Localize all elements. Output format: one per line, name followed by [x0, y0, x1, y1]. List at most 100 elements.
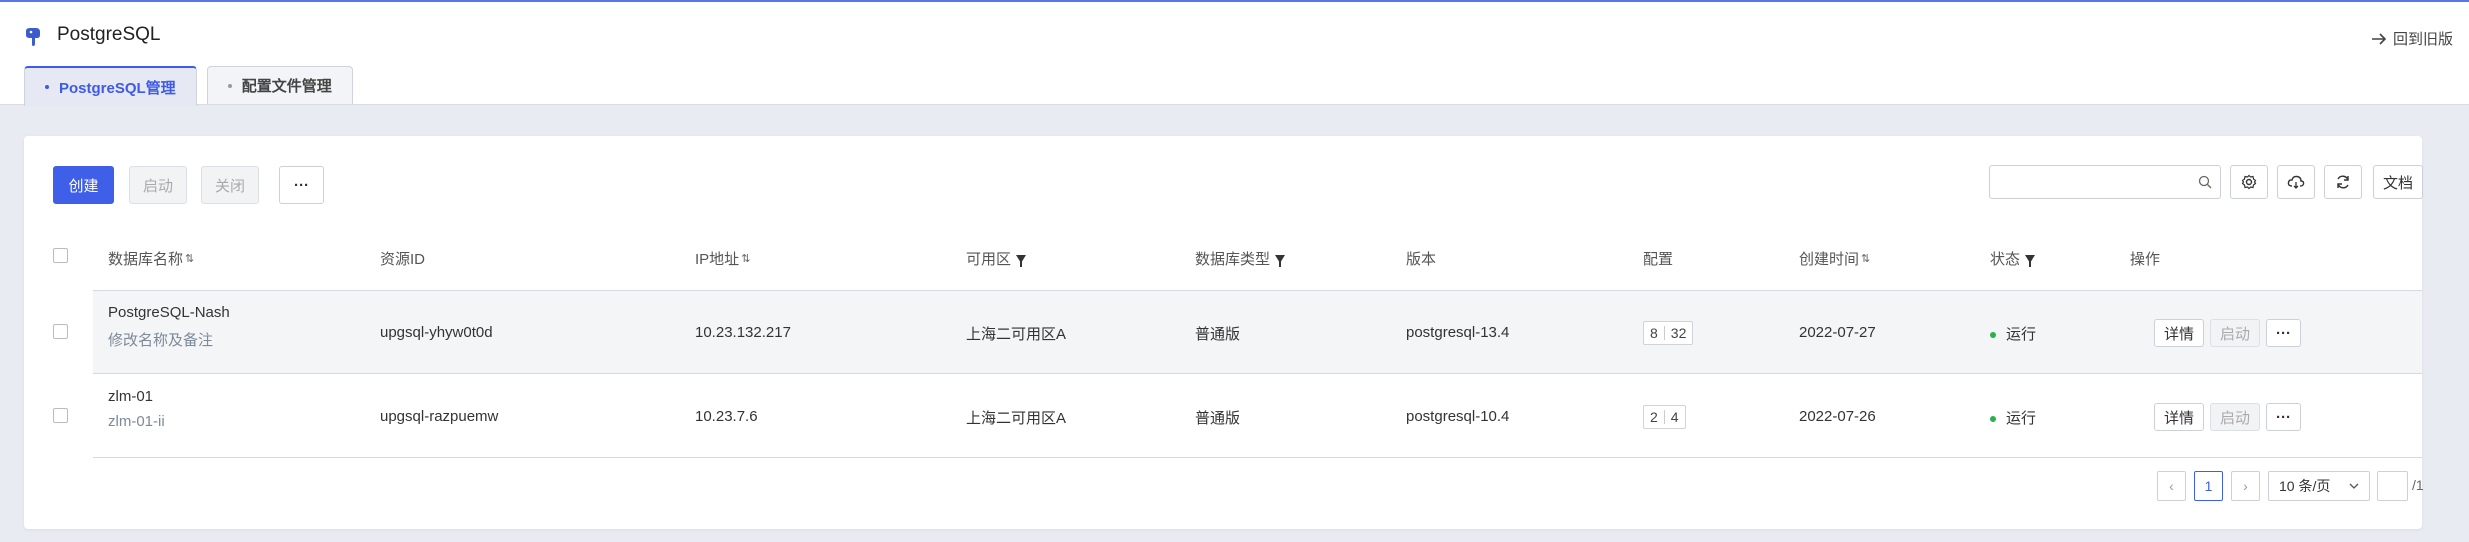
settings-button[interactable] — [2230, 165, 2268, 199]
page-jump-input[interactable] — [2377, 471, 2408, 501]
instance-name[interactable]: PostgreSQL-Nash — [108, 304, 230, 321]
config-mem: 32 — [1670, 325, 1687, 341]
more-actions-button[interactable]: ··· — [279, 166, 324, 204]
search-box[interactable] — [1989, 165, 2221, 199]
config-badge: 8 32 — [1643, 321, 1694, 345]
status-running-dot-icon — [1990, 332, 1996, 339]
db-type: 普通版 — [1195, 326, 1241, 343]
column-header-created[interactable]: 创建时间 ⇅ — [1799, 248, 1870, 269]
instance-list-card: 创建 启动 关闭 ··· 文档 数据库名称 ⇅ 资源ID IP地址 ⇅ 可用区 数据… — [24, 136, 2424, 529]
sort-icon[interactable]: ⇅ — [185, 252, 194, 265]
status: 运行 — [1990, 323, 2036, 344]
tab-postgresql-management[interactable]: PostgreSQL管理 — [24, 66, 197, 106]
column-header-label: 操作 — [2130, 251, 2161, 268]
version: postgresql-10.4 — [1406, 408, 1510, 425]
row-checkbox[interactable] — [53, 408, 68, 423]
column-header-actions: 操作 — [2130, 248, 2160, 269]
row-start-button[interactable]: 启动 — [2210, 403, 2260, 431]
tab-label: 配置文件管理 — [241, 78, 332, 95]
column-header-label: 配置 — [1643, 251, 1674, 268]
column-header-ip[interactable]: IP地址 ⇅ — [695, 248, 750, 269]
stop-button[interactable]: 关闭 — [201, 166, 259, 204]
sort-icon[interactable]: ⇅ — [741, 252, 750, 265]
version: postgresql-13.4 — [1406, 324, 1510, 341]
cloud-icon — [2287, 175, 2305, 189]
row-start-button[interactable]: 启动 — [2210, 319, 2260, 347]
db-type: 普通版 — [1195, 410, 1241, 427]
column-header-label: 资源ID — [380, 251, 426, 268]
refresh-icon — [2337, 175, 2349, 189]
detail-button[interactable]: 详情 — [2154, 403, 2204, 431]
back-link-label: 回到旧版 — [2392, 31, 2453, 48]
create-button[interactable]: 创建 — [53, 166, 114, 204]
next-page-button[interactable]: › — [2231, 471, 2260, 501]
chevron-down-icon — [2349, 483, 2359, 489]
table-row[interactable]: zlm-01 zlm-01-ii upgsql-razpuemw 10.23.7… — [93, 375, 2422, 458]
docs-button[interactable]: 文档 — [2373, 165, 2423, 199]
column-header-db-type[interactable]: 数据库类型 — [1195, 248, 1286, 269]
column-header-zone[interactable]: 可用区 — [966, 248, 1027, 269]
tab-dot-icon — [45, 85, 49, 89]
filter-icon[interactable] — [2025, 254, 2036, 267]
row-more-button[interactable]: ··· — [2266, 403, 2301, 431]
status-label: 运行 — [2006, 326, 2037, 343]
table-row[interactable]: PostgreSQL-Nash 修改名称及备注 upgsql-yhyw0t0d … — [93, 291, 2422, 374]
status: 运行 — [1990, 407, 2036, 428]
page-number-button[interactable]: 1 — [2194, 471, 2223, 501]
total-pages: /1 — [2412, 477, 2424, 493]
cloud-download-button[interactable] — [2277, 165, 2315, 199]
page-header: PostgreSQL 回到旧版 PostgreSQL管理 配置文件管理 — [0, 2, 2469, 106]
column-header-label: 创建时间 — [1799, 251, 1860, 268]
column-header-version: 版本 — [1406, 248, 1436, 269]
column-header-status[interactable]: 状态 — [1990, 248, 2036, 269]
config-badge: 24 — [1643, 405, 1686, 429]
detail-button[interactable]: 详情 — [2154, 319, 2204, 347]
instance-remark[interactable]: 修改名称及备注 — [108, 329, 213, 350]
column-header-config: 配置 — [1643, 248, 1673, 269]
column-header-label: 可用区 — [966, 251, 1012, 268]
resource-id: upgsql-razpuemw — [380, 408, 499, 425]
instance-name[interactable]: zlm-01 — [108, 388, 153, 405]
column-header-label: 版本 — [1406, 251, 1437, 268]
status-running-dot-icon — [1990, 416, 1996, 423]
search-icon — [2198, 175, 2212, 189]
column-header-name[interactable]: 数据库名称 ⇅ — [108, 248, 194, 269]
prev-page-button[interactable]: ‹ — [2157, 471, 2186, 501]
row-checkbox[interactable] — [53, 324, 68, 339]
start-button[interactable]: 启动 — [129, 166, 187, 204]
tab-label: PostgreSQL管理 — [59, 79, 176, 97]
tab-dot-icon — [227, 83, 232, 88]
config-cpu: 8 — [1650, 325, 1658, 341]
tab-config-file-management[interactable]: 配置文件管理 — [206, 66, 353, 104]
app-title: PostgreSQL — [57, 24, 161, 45]
zone: 上海二可用区A — [966, 326, 1067, 343]
instance-remark[interactable]: zlm-01-ii — [108, 413, 165, 430]
arrow-right-icon — [2371, 32, 2387, 45]
tab-bar: PostgreSQL管理 配置文件管理 — [24, 66, 353, 106]
created-date: 2022-07-26 — [1799, 408, 1876, 425]
column-header-label: 数据库名称 — [108, 251, 184, 268]
postgresql-logo-icon — [26, 28, 40, 46]
select-all-checkbox[interactable] — [53, 248, 68, 263]
gear-icon — [2241, 174, 2257, 190]
zone: 上海二可用区A — [966, 410, 1067, 427]
filter-icon[interactable] — [1275, 254, 1286, 267]
status-label: 运行 — [2006, 410, 2037, 427]
column-header-label: 状态 — [1990, 251, 2021, 268]
page-size-label: 10 条/页 — [2279, 478, 2331, 494]
row-more-button[interactable]: ··· — [2266, 319, 2301, 347]
refresh-button[interactable] — [2324, 165, 2362, 199]
page-size-select[interactable]: 10 条/页 — [2268, 471, 2370, 501]
ip-address: 10.23.7.6 — [695, 408, 758, 425]
column-header-resource-id: 资源ID — [380, 248, 425, 269]
filter-icon[interactable] — [1016, 254, 1027, 267]
created-date: 2022-07-27 — [1799, 324, 1876, 341]
column-header-label: 数据库类型 — [1195, 251, 1271, 268]
config-mem: 4 — [1670, 409, 1679, 425]
back-to-old-version-link[interactable]: 回到旧版 — [2371, 28, 2453, 49]
ip-address: 10.23.132.217 — [695, 324, 791, 341]
column-header-label: IP地址 — [695, 251, 740, 268]
resource-id: upgsql-yhyw0t0d — [380, 324, 493, 341]
config-cpu: 2 — [1650, 409, 1658, 425]
sort-icon[interactable]: ⇅ — [1861, 252, 1870, 265]
